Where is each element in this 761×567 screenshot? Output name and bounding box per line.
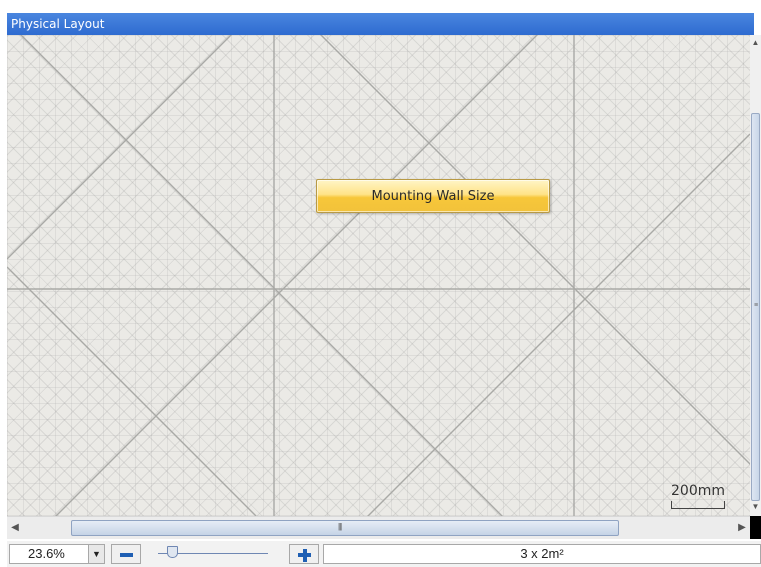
layout-canvas[interactable]: Mounting Wall Size 200mm	[7, 35, 750, 516]
minus-icon	[120, 553, 133, 557]
zoom-in-button[interactable]	[289, 544, 319, 564]
scale-bar: 200mm	[668, 483, 728, 511]
vertical-scrollbar[interactable]: ▲ ≡ ▼	[750, 35, 761, 516]
wall-grid-lines	[7, 35, 750, 516]
scale-line	[671, 501, 725, 509]
scroll-down-icon[interactable]: ▼	[750, 501, 761, 513]
grip-icon: |||	[338, 522, 342, 531]
scrollbar-corner	[750, 516, 761, 539]
grip-icon: ≡	[754, 302, 759, 309]
mounting-wall-size-button[interactable]: Mounting Wall Size	[316, 179, 550, 213]
scroll-right-icon[interactable]: ▶	[735, 517, 749, 539]
zoom-slider[interactable]	[154, 544, 286, 564]
wall-size-readout: 3 x 2m²	[323, 544, 761, 564]
zoom-out-button[interactable]	[111, 544, 141, 564]
status-bar: 23.6% ▼ 3 x 2m²	[7, 541, 761, 567]
scroll-left-icon[interactable]: ◀	[8, 517, 22, 539]
zoom-level-input[interactable]: 23.6%	[9, 544, 89, 564]
zoom-slider-handle[interactable]	[167, 546, 178, 558]
vertical-scroll-thumb[interactable]: ≡	[751, 113, 760, 501]
horizontal-scrollbar[interactable]: ◀ ||| ▶	[7, 516, 750, 539]
scroll-up-icon[interactable]: ▲	[750, 37, 761, 49]
window-title: Physical Layout	[7, 13, 754, 35]
scale-label: 200mm	[671, 483, 725, 499]
horizontal-scroll-thumb[interactable]: |||	[71, 520, 619, 536]
chevron-down-icon[interactable]: ▼	[89, 544, 105, 564]
